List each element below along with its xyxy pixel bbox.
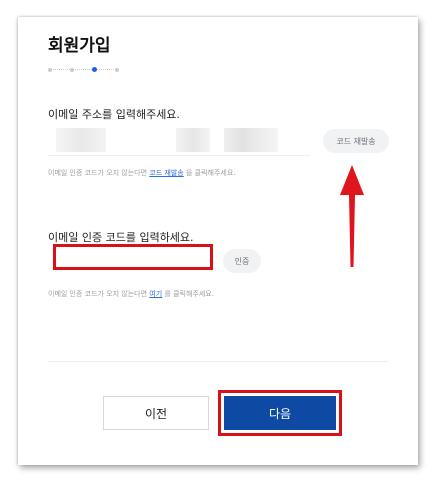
- next-button[interactable]: 다음: [224, 396, 336, 430]
- email-hint-suffix: 을 클릭해주세요.: [185, 169, 236, 177]
- code-hint: 이메일 인증 코드가 오지 않는다면 여기 를 클릭해주세요.: [48, 289, 214, 299]
- page-title: 회원가입: [48, 36, 111, 56]
- prev-button[interactable]: 이전: [103, 396, 209, 430]
- email-hint-prefix: 이메일 인증 코드가 오지 않는다면: [48, 169, 148, 177]
- step-dot-3-active: [92, 67, 97, 72]
- code-hint-prefix: 이메일 인증 코드가 오지 않는다면: [48, 290, 148, 298]
- step-dot-2: [70, 68, 74, 72]
- footer-divider: [48, 361, 388, 362]
- email-field[interactable]: [48, 125, 310, 156]
- step-indicator: [48, 67, 120, 73]
- redacted-email-part-3: [224, 128, 278, 152]
- verify-button[interactable]: 인증: [223, 249, 261, 273]
- code-hint-suffix: 를 클릭해주세요.: [164, 290, 214, 298]
- step-dot-4: [115, 68, 119, 72]
- email-hint: 이메일 인증 코드가 오지 않는다면 코드 재발송 을 클릭해주세요.: [48, 168, 236, 178]
- next-button-highlight: 다음: [218, 390, 342, 436]
- redacted-email-part-1: [56, 128, 106, 152]
- verification-code-input[interactable]: [53, 244, 213, 270]
- email-label: 이메일 주소를 입력해주세요.: [48, 108, 180, 121]
- here-link[interactable]: 여기: [149, 290, 162, 298]
- signup-modal: 회원가입 이메일 주소를 입력해주세요. 코드 재발송 이메일 인증 코드가 오…: [18, 17, 418, 465]
- code-label: 이메일 인증 코드를 입력하세요.: [48, 231, 194, 244]
- step-dot-1: [48, 68, 52, 72]
- resend-code-link[interactable]: 코드 재발송: [149, 169, 183, 177]
- resend-code-button[interactable]: 코드 재발송: [323, 129, 389, 153]
- step-line: [50, 69, 118, 70]
- red-arrow-up-icon: [340, 165, 364, 267]
- redacted-email-part-2: [176, 128, 210, 152]
